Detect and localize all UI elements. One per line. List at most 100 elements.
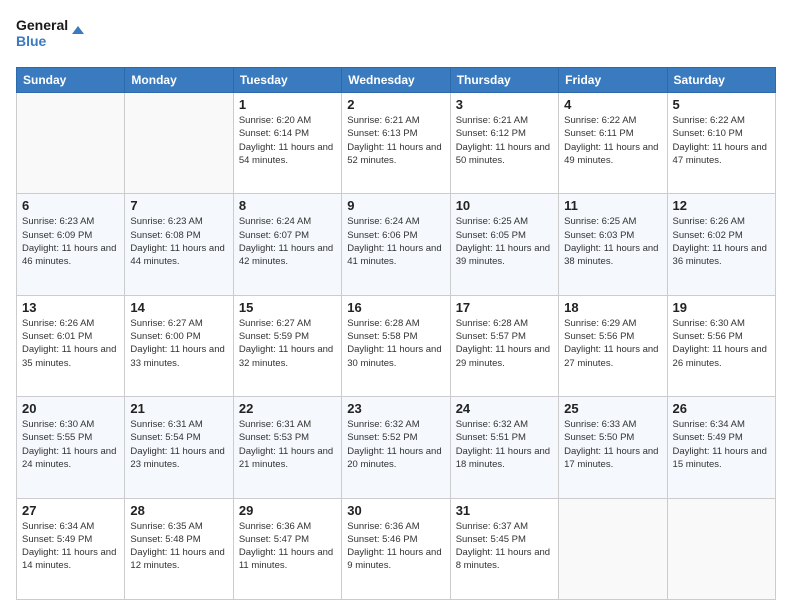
day-info: Sunrise: 6:30 AM Sunset: 5:55 PM Dayligh…: [22, 418, 119, 471]
day-cell: 5 Sunrise: 6:22 AM Sunset: 6:10 PM Daylig…: [667, 93, 775, 194]
day-number: 20: [22, 401, 119, 416]
day-info: Sunrise: 6:23 AM Sunset: 6:08 PM Dayligh…: [130, 215, 227, 268]
day-info: Sunrise: 6:26 AM Sunset: 6:02 PM Dayligh…: [673, 215, 770, 268]
weekday-header-thursday: Thursday: [450, 68, 558, 93]
day-info: Sunrise: 6:23 AM Sunset: 6:09 PM Dayligh…: [22, 215, 119, 268]
weekday-header-wednesday: Wednesday: [342, 68, 450, 93]
week-row-1: 1 Sunrise: 6:20 AM Sunset: 6:14 PM Daylig…: [17, 93, 776, 194]
day-cell: 10Sunrise: 6:25 AM Sunset: 6:05 PM Dayli…: [450, 194, 558, 295]
logo-svg: General Blue: [16, 12, 86, 57]
day-cell: 6 Sunrise: 6:23 AM Sunset: 6:09 PM Daylig…: [17, 194, 125, 295]
day-info: Sunrise: 6:28 AM Sunset: 5:57 PM Dayligh…: [456, 317, 553, 370]
day-cell: 1 Sunrise: 6:20 AM Sunset: 6:14 PM Daylig…: [233, 93, 341, 194]
weekday-header-friday: Friday: [559, 68, 667, 93]
day-cell: [17, 93, 125, 194]
logo: General Blue: [16, 12, 86, 57]
day-info: Sunrise: 6:32 AM Sunset: 5:52 PM Dayligh…: [347, 418, 444, 471]
day-number: 5: [673, 97, 770, 112]
day-info: Sunrise: 6:25 AM Sunset: 6:05 PM Dayligh…: [456, 215, 553, 268]
day-number: 1: [239, 97, 336, 112]
day-cell: 14Sunrise: 6:27 AM Sunset: 6:00 PM Dayli…: [125, 295, 233, 396]
svg-text:General: General: [16, 17, 68, 33]
week-row-4: 20 Sunrise: 6:30 AM Sunset: 5:55 PM Dayli…: [17, 397, 776, 498]
day-info: Sunrise: 6:21 AM Sunset: 6:13 PM Dayligh…: [347, 114, 444, 167]
day-cell: 30 Sunrise: 6:36 AM Sunset: 5:46 PM Dayli…: [342, 498, 450, 599]
day-cell: [559, 498, 667, 599]
day-cell: 16 Sunrise: 6:28 AM Sunset: 5:58 PM Dayli…: [342, 295, 450, 396]
weekday-header-saturday: Saturday: [667, 68, 775, 93]
day-cell: 17 Sunrise: 6:28 AM Sunset: 5:57 PM Dayli…: [450, 295, 558, 396]
day-number: 7: [130, 198, 227, 213]
weekday-header-tuesday: Tuesday: [233, 68, 341, 93]
day-info: Sunrise: 6:28 AM Sunset: 5:58 PM Dayligh…: [347, 317, 444, 370]
day-cell: 31 Sunrise: 6:37 AM Sunset: 5:45 PM Dayli…: [450, 498, 558, 599]
day-info: Sunrise: 6:37 AM Sunset: 5:45 PM Dayligh…: [456, 520, 553, 573]
day-cell: [667, 498, 775, 599]
day-cell: 22 Sunrise: 6:31 AM Sunset: 5:53 PM Dayli…: [233, 397, 341, 498]
page: General Blue SundayMondayTuesdayWednesda…: [0, 0, 792, 612]
day-number: 8: [239, 198, 336, 213]
weekday-header-sunday: Sunday: [17, 68, 125, 93]
day-number: 30: [347, 503, 444, 518]
day-info: Sunrise: 6:36 AM Sunset: 5:46 PM Dayligh…: [347, 520, 444, 573]
day-number: 3: [456, 97, 553, 112]
day-cell: 18 Sunrise: 6:29 AM Sunset: 5:56 PM Dayli…: [559, 295, 667, 396]
day-number: 18: [564, 300, 661, 315]
day-number: 28: [130, 503, 227, 518]
day-number: 29: [239, 503, 336, 518]
day-cell: 7 Sunrise: 6:23 AM Sunset: 6:08 PM Daylig…: [125, 194, 233, 295]
weekday-header-monday: Monday: [125, 68, 233, 93]
day-info: Sunrise: 6:22 AM Sunset: 6:10 PM Dayligh…: [673, 114, 770, 167]
day-number: 24: [456, 401, 553, 416]
week-row-5: 27Sunrise: 6:34 AM Sunset: 5:49 PM Dayli…: [17, 498, 776, 599]
day-info: Sunrise: 6:32 AM Sunset: 5:51 PM Dayligh…: [456, 418, 553, 471]
svg-text:Blue: Blue: [16, 33, 47, 49]
day-cell: 11 Sunrise: 6:25 AM Sunset: 6:03 PM Dayli…: [559, 194, 667, 295]
day-info: Sunrise: 6:25 AM Sunset: 6:03 PM Dayligh…: [564, 215, 661, 268]
day-info: Sunrise: 6:30 AM Sunset: 5:56 PM Dayligh…: [673, 317, 770, 370]
day-number: 2: [347, 97, 444, 112]
weekday-header-row: SundayMondayTuesdayWednesdayThursdayFrid…: [17, 68, 776, 93]
day-cell: 9Sunrise: 6:24 AM Sunset: 6:06 PM Daylig…: [342, 194, 450, 295]
day-number: 6: [22, 198, 119, 213]
day-number: 21: [130, 401, 227, 416]
calendar-table: SundayMondayTuesdayWednesdayThursdayFrid…: [16, 67, 776, 600]
day-info: Sunrise: 6:33 AM Sunset: 5:50 PM Dayligh…: [564, 418, 661, 471]
day-cell: 21 Sunrise: 6:31 AM Sunset: 5:54 PM Dayli…: [125, 397, 233, 498]
day-cell: 4Sunrise: 6:22 AM Sunset: 6:11 PM Daylig…: [559, 93, 667, 194]
day-info: Sunrise: 6:27 AM Sunset: 5:59 PM Dayligh…: [239, 317, 336, 370]
day-number: 4: [564, 97, 661, 112]
day-info: Sunrise: 6:31 AM Sunset: 5:53 PM Dayligh…: [239, 418, 336, 471]
day-info: Sunrise: 6:20 AM Sunset: 6:14 PM Dayligh…: [239, 114, 336, 167]
day-number: 13: [22, 300, 119, 315]
day-info: Sunrise: 6:29 AM Sunset: 5:56 PM Dayligh…: [564, 317, 661, 370]
day-cell: 19 Sunrise: 6:30 AM Sunset: 5:56 PM Dayli…: [667, 295, 775, 396]
day-cell: [125, 93, 233, 194]
day-number: 31: [456, 503, 553, 518]
day-cell: 3Sunrise: 6:21 AM Sunset: 6:12 PM Daylig…: [450, 93, 558, 194]
day-number: 9: [347, 198, 444, 213]
day-number: 19: [673, 300, 770, 315]
day-info: Sunrise: 6:26 AM Sunset: 6:01 PM Dayligh…: [22, 317, 119, 370]
day-info: Sunrise: 6:31 AM Sunset: 5:54 PM Dayligh…: [130, 418, 227, 471]
day-number: 12: [673, 198, 770, 213]
week-row-3: 13 Sunrise: 6:26 AM Sunset: 6:01 PM Dayli…: [17, 295, 776, 396]
day-number: 26: [673, 401, 770, 416]
day-cell: 29 Sunrise: 6:36 AM Sunset: 5:47 PM Dayli…: [233, 498, 341, 599]
day-cell: 25 Sunrise: 6:33 AM Sunset: 5:50 PM Dayli…: [559, 397, 667, 498]
day-cell: 23 Sunrise: 6:32 AM Sunset: 5:52 PM Dayli…: [342, 397, 450, 498]
day-number: 11: [564, 198, 661, 213]
day-number: 23: [347, 401, 444, 416]
day-number: 16: [347, 300, 444, 315]
day-cell: 2 Sunrise: 6:21 AM Sunset: 6:13 PM Daylig…: [342, 93, 450, 194]
week-row-2: 6 Sunrise: 6:23 AM Sunset: 6:09 PM Daylig…: [17, 194, 776, 295]
day-cell: 28Sunrise: 6:35 AM Sunset: 5:48 PM Dayli…: [125, 498, 233, 599]
day-cell: 15Sunrise: 6:27 AM Sunset: 5:59 PM Dayli…: [233, 295, 341, 396]
day-number: 17: [456, 300, 553, 315]
day-cell: 20 Sunrise: 6:30 AM Sunset: 5:55 PM Dayli…: [17, 397, 125, 498]
day-number: 25: [564, 401, 661, 416]
day-info: Sunrise: 6:36 AM Sunset: 5:47 PM Dayligh…: [239, 520, 336, 573]
day-number: 22: [239, 401, 336, 416]
day-info: Sunrise: 6:27 AM Sunset: 6:00 PM Dayligh…: [130, 317, 227, 370]
day-number: 27: [22, 503, 119, 518]
